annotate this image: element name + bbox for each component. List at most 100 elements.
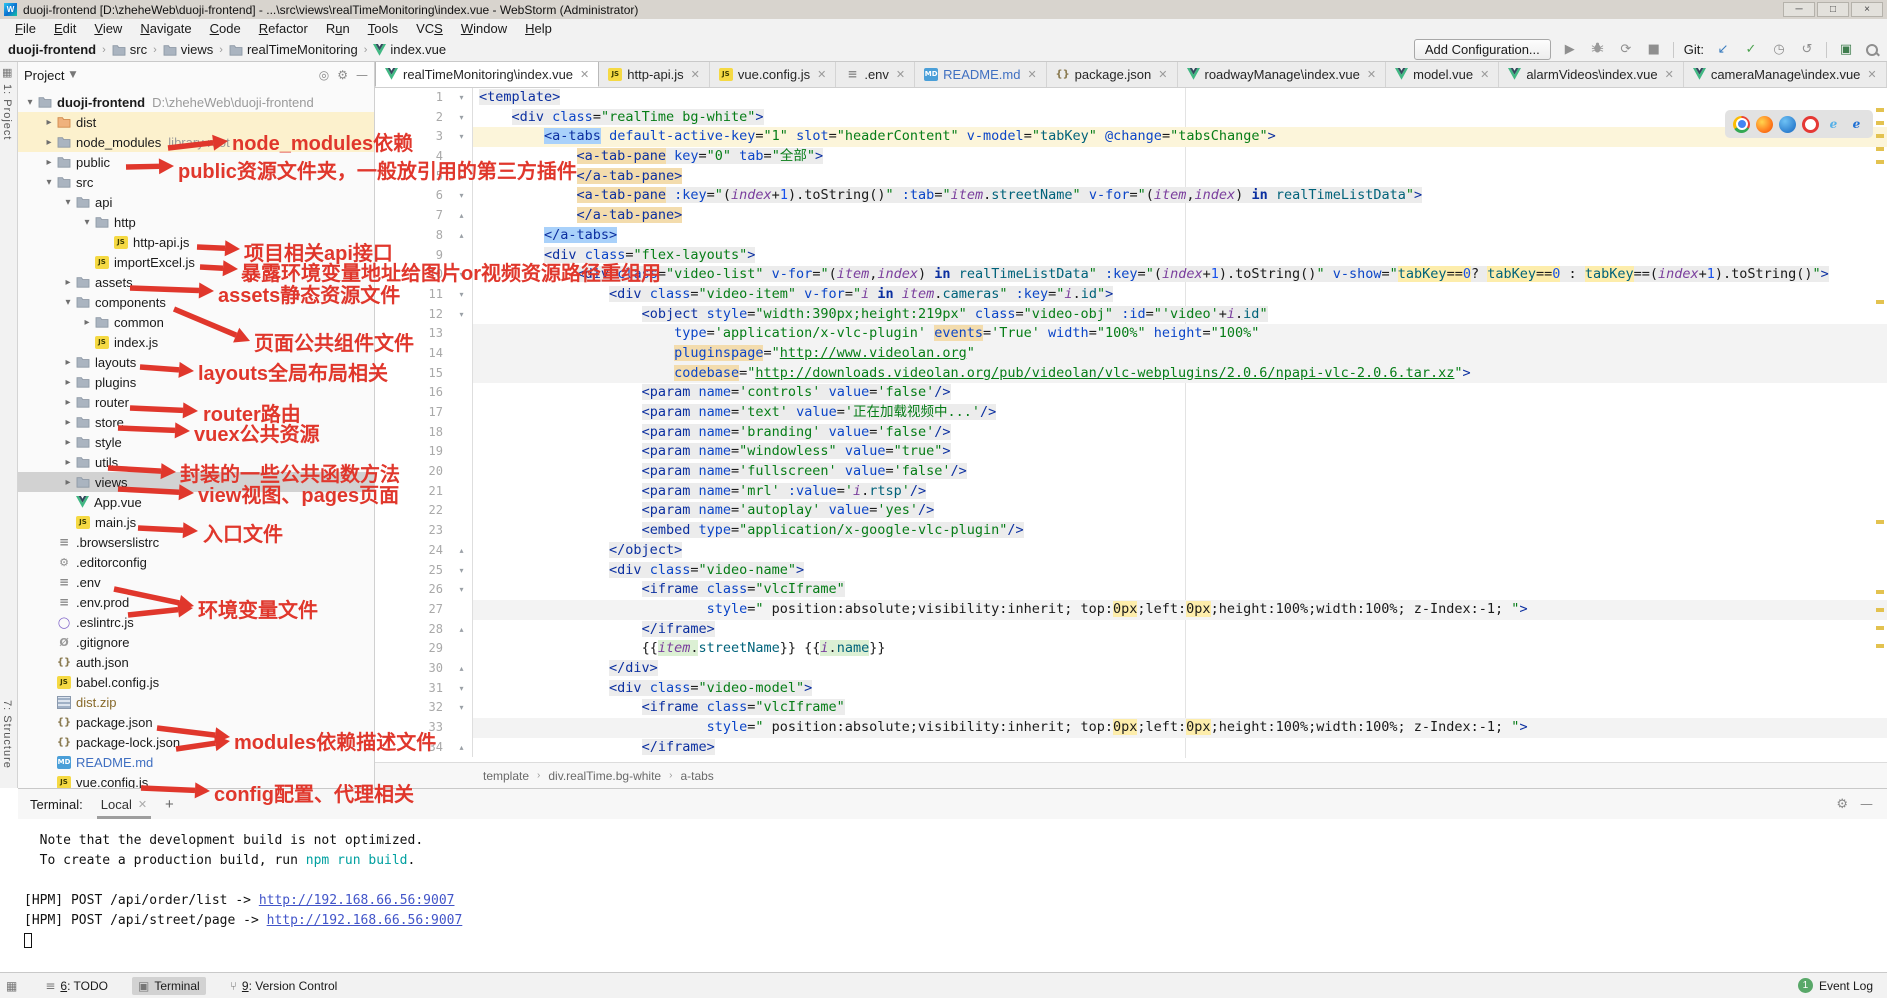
tree-row-.browserslistrc[interactable]: ≡.browserslistrc [18, 532, 374, 552]
close-icon[interactable]: ✕ [1665, 68, 1674, 81]
menu-refactor[interactable]: Refactor [250, 21, 317, 36]
fold-marker[interactable]: ▾ [451, 108, 473, 128]
editor-breadcrumb-item[interactable]: a-tabs [680, 769, 713, 783]
minimize-button[interactable]: ─ [1783, 2, 1815, 17]
project-tool-button[interactable]: 1: Project [1, 84, 13, 140]
git-rollback-icon[interactable]: ↺ [1798, 42, 1816, 57]
menu-file[interactable]: File [6, 21, 45, 36]
tree-chevron-icon[interactable]: ▸ [60, 277, 76, 288]
tree-chevron-icon[interactable]: ▸ [79, 317, 95, 328]
tree-chevron-icon[interactable]: ▾ [79, 217, 95, 228]
tree-chevron-icon[interactable]: ▸ [60, 397, 76, 408]
close-icon[interactable]: ✕ [138, 798, 147, 811]
breadcrumb-item[interactable]: src [112, 42, 147, 57]
fold-marker[interactable]: ▴ [451, 541, 473, 561]
structure-tool-button[interactable]: 7: Structure [1, 700, 13, 769]
tree-row-router[interactable]: ▸router [18, 392, 374, 412]
tree-row-.env.prod[interactable]: ≡.env.prod [18, 592, 374, 612]
editor-breadcrumb-item[interactable]: template [483, 769, 529, 783]
hide-panel-icon[interactable]: — [356, 68, 368, 82]
fold-marker[interactable]: ▾ [451, 580, 473, 600]
menu-navigate[interactable]: Navigate [131, 21, 200, 36]
tree-chevron-icon[interactable]: ▸ [41, 157, 57, 168]
tree-row-http[interactable]: ▾http [18, 212, 374, 232]
fold-marker[interactable]: ▾ [451, 127, 473, 147]
close-icon[interactable]: ✕ [1867, 68, 1876, 81]
menu-run[interactable]: Run [317, 21, 359, 36]
close-icon[interactable]: ✕ [896, 68, 905, 81]
tree-chevron-icon[interactable]: ▸ [60, 417, 76, 428]
tree-chevron-icon[interactable]: ▸ [60, 357, 76, 368]
close-icon[interactable]: ✕ [691, 68, 700, 81]
git-update-icon[interactable]: ↙ [1714, 42, 1732, 57]
fold-marker[interactable]: ▴ [451, 620, 473, 640]
close-icon[interactable]: ✕ [1027, 68, 1036, 81]
warning-stripe-mark[interactable] [1876, 520, 1884, 524]
editor-tab[interactable]: realTimeMonitoring\index.vue✕ [375, 62, 599, 87]
breadcrumb-item[interactable]: index.vue [373, 42, 446, 57]
fold-marker[interactable]: ▴ [451, 659, 473, 679]
run-button[interactable]: ▶ [1561, 42, 1579, 57]
ie-icon[interactable]: e [1825, 116, 1842, 133]
maximize-button[interactable]: □ [1817, 2, 1849, 17]
terminal-tab-local[interactable]: Local ✕ [97, 789, 151, 819]
firefox-icon[interactable] [1756, 116, 1773, 133]
close-icon[interactable]: ✕ [1158, 68, 1167, 81]
warning-stripe-mark[interactable] [1876, 300, 1884, 304]
warning-stripe-mark[interactable] [1876, 121, 1884, 125]
fold-marker[interactable]: ▴ [451, 226, 473, 246]
tree-row-.editorconfig[interactable]: ⚙.editorconfig [18, 552, 374, 572]
warning-stripe-mark[interactable] [1876, 590, 1884, 594]
breadcrumb-item[interactable]: duoji-frontend [8, 42, 96, 57]
chrome-icon[interactable] [1733, 116, 1750, 133]
git-history-icon[interactable]: ◷ [1770, 42, 1788, 57]
window-switcher-icon[interactable]: ▦ [6, 979, 17, 993]
terminal-settings-gear-icon[interactable]: ⚙ [1836, 797, 1848, 812]
terminal-hide-icon[interactable]: — [1860, 797, 1873, 812]
locate-file-icon[interactable]: ◎ [319, 68, 329, 82]
tree-chevron-icon[interactable]: ▸ [60, 477, 76, 488]
menu-edit[interactable]: Edit [45, 21, 85, 36]
tool-windows-icon[interactable]: ▦ [2, 66, 12, 79]
tool-window-icon[interactable]: ▣ [1837, 42, 1855, 57]
tree-row-api[interactable]: ▾api [18, 192, 374, 212]
terminal-link[interactable]: http://192.168.66.56:9007 [267, 913, 463, 928]
terminal-link[interactable]: http://192.168.66.56:9007 [259, 893, 455, 908]
menu-tools[interactable]: Tools [359, 21, 407, 36]
settings-gear-icon[interactable]: ⚙ [337, 68, 348, 82]
editor-tab[interactable]: model.vue✕ [1386, 62, 1499, 87]
fold-marker[interactable]: ▾ [451, 285, 473, 305]
tree-row-babel.config.js[interactable]: JSbabel.config.js [18, 672, 374, 692]
editor-tab[interactable]: MDREADME.md✕ [915, 62, 1047, 87]
add-configuration-button[interactable]: Add Configuration... [1414, 39, 1551, 60]
tree-row-main.js[interactable]: JSmain.js [18, 512, 374, 532]
warning-stripe-mark[interactable] [1876, 108, 1884, 112]
statusbar--version-control[interactable]: ⑂9: Version Control [224, 977, 344, 995]
warning-stripe-mark[interactable] [1876, 134, 1884, 138]
menu-code[interactable]: Code [201, 21, 250, 36]
search-everywhere-icon[interactable] [1865, 43, 1879, 57]
editor-tab[interactable]: {}package.json✕ [1047, 62, 1178, 87]
tree-chevron-icon[interactable]: ▸ [41, 117, 57, 128]
run-with-coverage-icon[interactable]: ⟳ [1617, 42, 1635, 57]
code-editor[interactable]: 1▾<template>2▾ <div class="realTime bg-w… [375, 88, 1887, 758]
opera-icon[interactable] [1802, 116, 1819, 133]
tree-chevron-icon[interactable]: ▸ [60, 437, 76, 448]
editor-tab[interactable]: cameraManage\index.vue✕ [1684, 62, 1887, 87]
tree-row-auth.json[interactable]: {}auth.json [18, 652, 374, 672]
warning-stripe-mark[interactable] [1876, 644, 1884, 648]
fold-marker[interactable]: ▾ [451, 561, 473, 581]
fold-marker[interactable]: ▾ [451, 698, 473, 718]
edge-icon[interactable]: e [1848, 116, 1865, 133]
tree-row-.eslintrc.js[interactable]: ◯.eslintrc.js [18, 612, 374, 632]
debug-bug-icon[interactable] [1589, 41, 1607, 58]
stop-button[interactable]: ■ [1645, 42, 1663, 57]
tree-chevron-icon[interactable]: ▾ [60, 197, 76, 208]
warning-stripe-mark[interactable] [1876, 626, 1884, 630]
tree-row-README.md[interactable]: MDREADME.md [18, 752, 374, 772]
tree-row-dist.zip[interactable]: dist.zip [18, 692, 374, 712]
breadcrumb-item[interactable]: realTimeMonitoring [229, 42, 358, 57]
menu-view[interactable]: View [85, 21, 131, 36]
close-icon[interactable]: ✕ [1480, 68, 1489, 81]
tree-row-.env[interactable]: ≡.env [18, 572, 374, 592]
